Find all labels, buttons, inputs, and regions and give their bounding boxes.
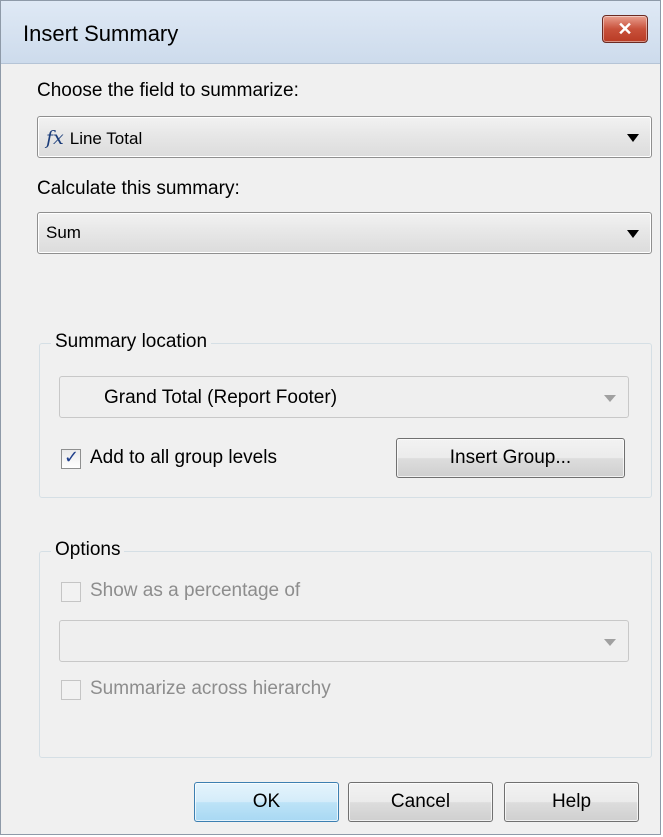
location-select[interactable]: Grand Total (Report Footer) <box>59 376 629 418</box>
field-select-value: fx Line Total <box>46 127 142 149</box>
percentage-select[interactable] <box>59 620 629 662</box>
summary-select[interactable]: Sum <box>37 212 652 254</box>
field-selected-text: Line Total <box>69 129 143 148</box>
fx-icon: fx <box>46 127 64 149</box>
show-percentage-label: Show as a percentage of <box>90 580 301 601</box>
summarize-hierarchy-checkbox[interactable] <box>61 680 81 700</box>
insert-summary-dialog: Insert Summary ✕ Choose the field to sum… <box>0 0 661 835</box>
field-label: Choose the field to summarize: <box>37 80 299 101</box>
summarize-hierarchy-label: Summarize across hierarchy <box>90 678 331 699</box>
title-bar[interactable]: Insert Summary ✕ <box>1 1 660 64</box>
ok-button[interactable]: OK <box>194 782 339 822</box>
insert-group-button[interactable]: Insert Group... <box>396 438 625 478</box>
dialog-title: Insert Summary <box>23 21 179 46</box>
add-all-group-levels-checkbox[interactable] <box>61 447 81 469</box>
summary-label: Calculate this summary: <box>37 178 240 199</box>
summary-location-legend: Summary location <box>51 331 212 353</box>
chevron-down-icon <box>627 134 639 142</box>
cancel-button[interactable]: Cancel <box>348 782 493 822</box>
chevron-down-icon <box>604 395 616 402</box>
chevron-down-icon <box>604 639 616 646</box>
chevron-down-icon <box>627 230 639 238</box>
summary-selected-text: Sum <box>46 223 81 242</box>
show-percentage-checkbox[interactable] <box>61 582 81 602</box>
add-all-group-levels-label[interactable]: Add to all group levels <box>90 447 277 469</box>
location-selected-text: Grand Total (Report Footer) <box>104 387 338 408</box>
close-button[interactable]: ✕ <box>602 15 648 43</box>
options-legend: Options <box>51 539 125 561</box>
field-select[interactable]: fx Line Total <box>37 116 652 158</box>
close-icon: ✕ <box>617 19 633 39</box>
help-button[interactable]: Help <box>504 782 639 822</box>
